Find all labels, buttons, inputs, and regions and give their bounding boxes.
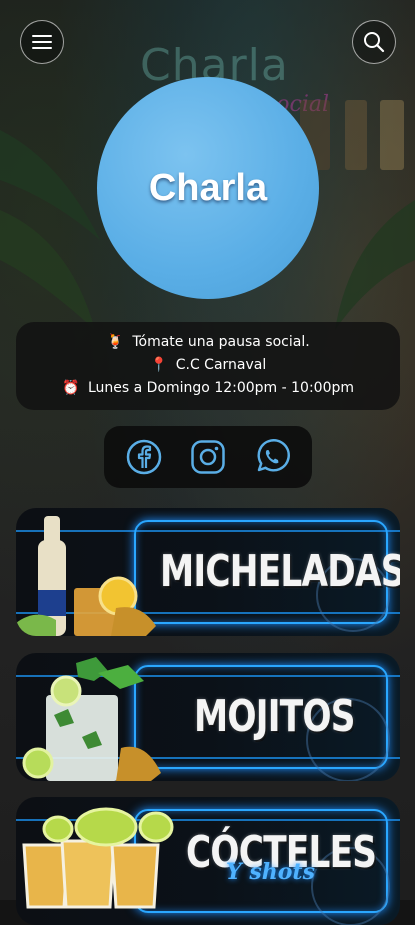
location-row: 📍 C.C Carnaval [16,357,400,373]
search-icon [364,32,385,53]
social-links [104,426,312,488]
category-title: MICHELADAS [160,546,400,597]
category-card-cocteles[interactable]: CÓCTELES Y shots [16,797,400,925]
brand-logo-text: Charla [148,166,268,209]
category-subtitle: Y shots [226,859,315,885]
michelada-drink-image [16,516,156,636]
mojito-drink-image [22,657,161,781]
bottle-shelf-decoration [345,100,367,170]
instagram-icon[interactable] [190,439,226,475]
location-pin-icon: 📍 [150,357,168,373]
tagline-row: 🍹 Tómate una pausa social. [16,334,400,350]
location-text: C.C Carnaval [175,357,267,373]
hours-text: Lunes a Domingo 12:00pm - 10:00pm [87,380,355,396]
category-card-micheladas[interactable]: MICHELADAS [16,508,400,636]
alarm-clock-icon: ⏰ [62,380,80,396]
shots-drink-image [22,807,174,909]
hours-row: ⏰ Lunes a Domingo 12:00pm - 10:00pm [16,380,400,396]
menu-button[interactable] [20,20,64,64]
info-box: 🍹 Tómate una pausa social. 📍 C.C Carnaval … [16,322,400,410]
search-button[interactable] [352,20,396,64]
palm-leaf-decoration [0,130,100,330]
whatsapp-icon[interactable] [254,439,290,475]
category-title: MOJITOS [194,691,355,742]
category-card-mojitos[interactable]: MOJITOS [16,653,400,781]
cocktail-icon: 🍹 [106,334,125,350]
bottle-shelf-decoration [380,100,404,170]
hamburger-menu-icon [32,35,52,49]
facebook-icon[interactable] [126,439,162,475]
tagline-text: Tómate una pausa social. [132,334,310,350]
brand-logo: Charla [97,77,319,299]
